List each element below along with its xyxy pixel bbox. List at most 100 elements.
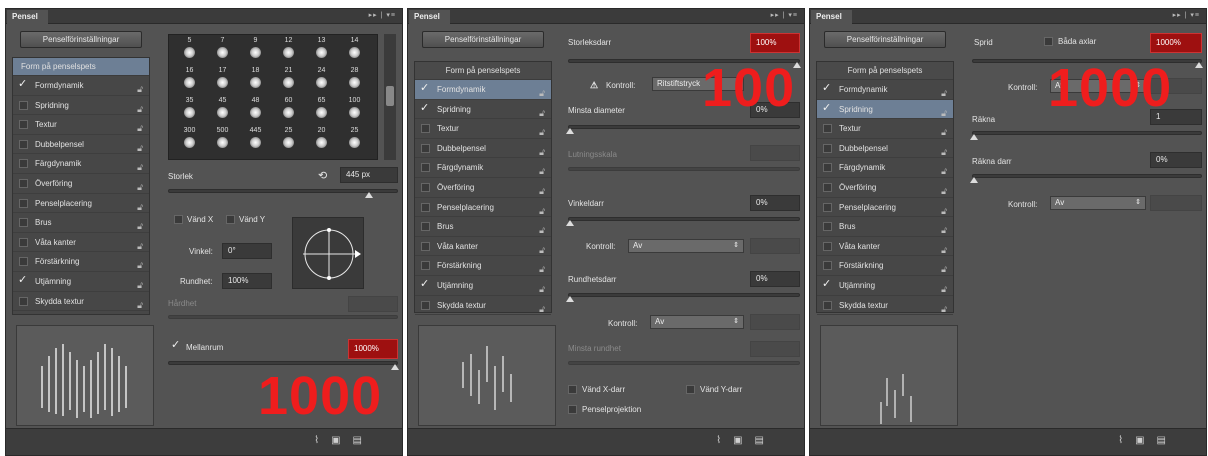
brush-tip-swatch[interactable]	[283, 137, 294, 148]
roundness-field[interactable]: 100%	[222, 273, 272, 289]
checkbox[interactable]	[421, 241, 430, 251]
brush-projection-checkbox[interactable]	[568, 405, 577, 414]
brush-tip-swatch[interactable]	[316, 77, 327, 88]
scatter-slider-thumb[interactable]	[1195, 62, 1203, 68]
flip-x-checkbox[interactable]	[174, 215, 183, 224]
brush-tip-swatch[interactable]	[349, 77, 360, 88]
brush-tip-grid[interactable]: 5 7 9 12 13 14 16 17 18 21 24 28 35 45 48 60 65 100 300 500…	[168, 34, 378, 160]
panel-menu-icon[interactable]: ▸▸ | ▾≡	[369, 11, 396, 19]
tip-grid-scrollbar[interactable]	[384, 34, 396, 160]
lock-icon[interactable]: 🔓︎	[539, 300, 545, 319]
brush-tip-swatch[interactable]	[349, 107, 360, 118]
count-jitter-slider[interactable]	[970, 174, 1202, 183]
count-slider-thumb[interactable]	[970, 134, 978, 140]
list-item[interactable]: Förstärkning 🔓︎	[817, 256, 953, 276]
checkmark-icon[interactable]: ✓	[822, 278, 831, 289]
checkbox[interactable]	[19, 218, 28, 228]
roundness-jitter-field[interactable]: 0%	[750, 271, 800, 287]
new-preset-icon[interactable]: ▤	[353, 435, 374, 446]
brush-tip-swatch[interactable]	[184, 47, 195, 58]
brush-tip-swatch[interactable]	[250, 47, 261, 58]
size-jitter-field[interactable]: 100%	[750, 33, 800, 53]
brush-tip-swatch[interactable]	[283, 47, 294, 58]
list-item[interactable]: Penselplacering 🔓︎	[817, 198, 953, 218]
list-item[interactable]: Textur 🔓︎	[817, 119, 953, 139]
list-item[interactable]: ✓ Spridning 🔓︎	[415, 100, 551, 120]
list-item[interactable]: Textur 🔓︎	[13, 115, 149, 135]
angle-control-select[interactable]: Av ⇕	[628, 239, 744, 253]
list-item[interactable]: Dubbelpensel 🔓︎	[415, 139, 551, 159]
list-item[interactable]: Spridning 🔓︎	[13, 96, 149, 116]
list-item[interactable]: Brus 🔓︎	[817, 217, 953, 237]
roundness-jitter-slider[interactable]	[566, 293, 800, 302]
checkbox[interactable]	[823, 300, 832, 310]
checkmark-icon[interactable]: ✓	[420, 278, 429, 289]
list-item[interactable]: ✓ Formdynamik 🔓︎	[415, 80, 551, 100]
list-item[interactable]: Textur 🔓︎	[415, 119, 551, 139]
list-item[interactable]: Överföring 🔓︎	[13, 174, 149, 194]
brush-tip-swatch[interactable]	[184, 77, 195, 88]
list-item[interactable]: ✓ Spridning 🔓︎	[817, 99, 953, 120]
angle-jitter-thumb[interactable]	[566, 220, 574, 226]
scrollbar-thumb[interactable]	[386, 86, 394, 106]
count-control-select[interactable]: Av ⇕	[1050, 196, 1146, 210]
list-item[interactable]: Färgdynamik 🔓︎	[817, 158, 953, 178]
brush-tip-swatch[interactable]	[349, 47, 360, 58]
list-item[interactable]: Brus 🔓︎	[13, 213, 149, 233]
brush-presets-button[interactable]: Penselförinställningar	[824, 31, 946, 48]
checkbox[interactable]	[823, 261, 832, 271]
count-slider[interactable]	[970, 131, 1202, 140]
angle-jitter-slider[interactable]	[566, 217, 800, 226]
checkbox[interactable]	[421, 143, 430, 153]
checkmark-icon[interactable]: ✓	[420, 102, 429, 113]
checkmark-icon[interactable]: ✓	[18, 274, 27, 285]
roundness-jitter-thumb[interactable]	[566, 296, 574, 302]
brush-tip-swatch[interactable]	[349, 137, 360, 148]
brush-tip-swatch[interactable]	[184, 107, 195, 118]
checkbox[interactable]	[421, 222, 430, 232]
panel-menu-icon[interactable]: ▸▸ | ▾≡	[771, 11, 798, 19]
brush-tip-swatch[interactable]	[316, 47, 327, 58]
tab-brush[interactable]: Pensel	[811, 10, 852, 24]
list-item[interactable]: Skydda textur 🔓︎	[13, 292, 149, 312]
list-item-tip-shape[interactable]: Form på penselspets	[415, 62, 551, 80]
toggle-preview-icon[interactable]: ⌇	[314, 435, 331, 446]
checkmark-icon[interactable]: ✓	[420, 83, 429, 94]
list-item[interactable]: Färgdynamik 🔓︎	[13, 154, 149, 174]
checkbox[interactable]	[421, 202, 430, 212]
size-slider-thumb[interactable]	[365, 192, 373, 198]
checkbox[interactable]	[823, 202, 832, 212]
list-item[interactable]: Överföring 🔓︎	[817, 178, 953, 198]
brush-tip-swatch[interactable]	[316, 107, 327, 118]
brush-tip-swatch[interactable]	[283, 77, 294, 88]
flip-y-jitter-checkbox[interactable]	[686, 385, 695, 394]
brush-grid-icon[interactable]: ▣	[733, 435, 754, 446]
flip-y-checkbox[interactable]	[226, 215, 235, 224]
checkbox[interactable]	[19, 296, 28, 306]
checkbox[interactable]	[823, 143, 832, 153]
brush-presets-button[interactable]: Penselförinställningar	[422, 31, 544, 48]
count-jitter-field[interactable]: 0%	[1150, 152, 1202, 168]
reset-size-icon[interactable]: ⟲	[318, 169, 327, 182]
checkbox[interactable]	[19, 120, 28, 130]
list-item[interactable]: Färgdynamik 🔓︎	[415, 158, 551, 178]
checkbox[interactable]	[823, 182, 832, 192]
list-item[interactable]: ✓ Formdynamik 🔓︎	[817, 80, 953, 100]
checkbox[interactable]	[823, 124, 832, 134]
list-item[interactable]: Våta kanter 🔓︎	[415, 237, 551, 257]
list-item[interactable]: ✓ Formdynamik 🔓︎	[13, 76, 149, 96]
list-item[interactable]: Förstärkning 🔓︎	[13, 252, 149, 272]
spacing-slider[interactable]	[168, 361, 399, 370]
list-item[interactable]: Skydda textur 🔓︎	[415, 296, 551, 316]
brush-tip-swatch[interactable]	[250, 137, 261, 148]
count-jitter-thumb[interactable]	[970, 177, 978, 183]
checkbox[interactable]	[421, 300, 430, 310]
min-diameter-thumb[interactable]	[566, 128, 574, 134]
list-item[interactable]: Dubbelpensel 🔓︎	[817, 139, 953, 159]
list-item[interactable]: Brus 🔓︎	[415, 217, 551, 237]
brush-tip-swatch[interactable]	[250, 77, 261, 88]
checkbox[interactable]	[19, 198, 28, 208]
checkbox[interactable]	[19, 159, 28, 169]
size-field[interactable]: 445 px	[340, 167, 398, 183]
checkbox[interactable]	[421, 124, 430, 134]
